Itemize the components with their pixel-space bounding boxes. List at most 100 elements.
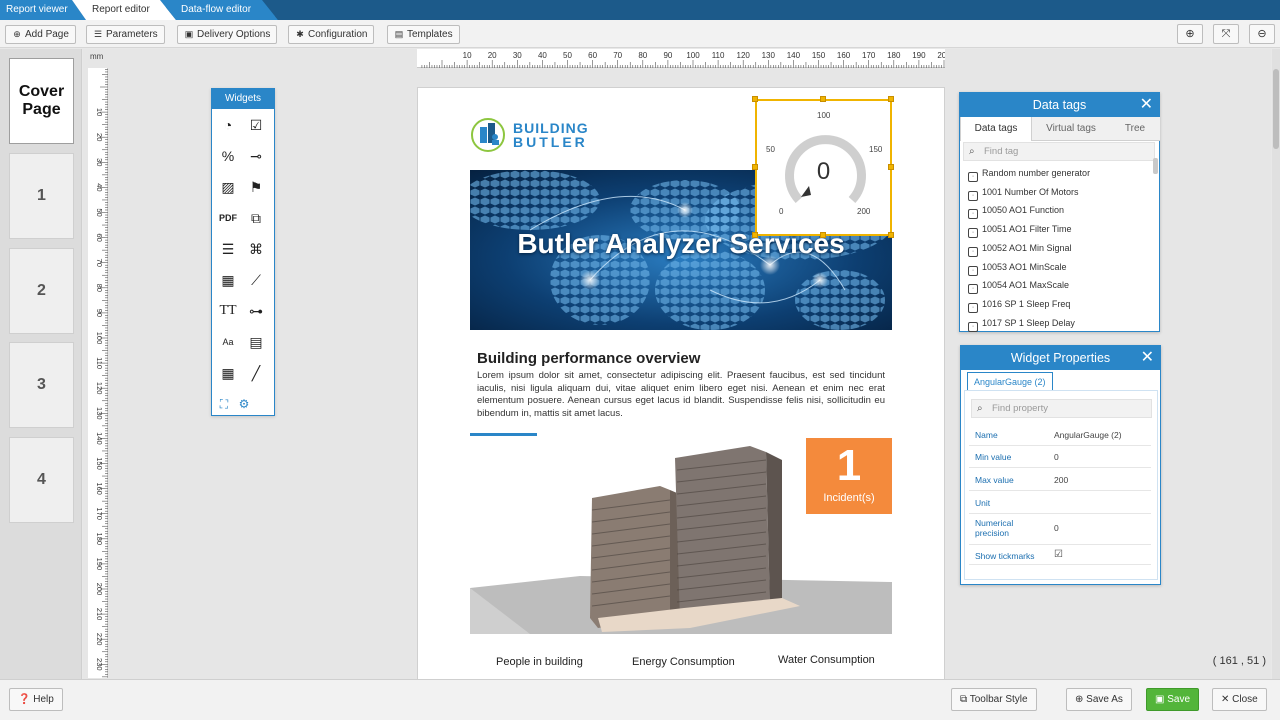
- resize-handle-s[interactable]: [820, 232, 826, 238]
- page-thumb-1[interactable]: 1: [9, 153, 74, 239]
- tag-list-item[interactable]: · 10054 AO1 MaxScale: [968, 276, 1069, 295]
- resize-handle-w[interactable]: [752, 164, 758, 170]
- zoom-in-button[interactable]: ⊕: [1177, 24, 1203, 44]
- ruler-tick-label: 100: [686, 51, 700, 60]
- list-widget-icon[interactable]: ☰: [216, 237, 240, 261]
- property-row[interactable]: Name AngularGauge (2): [969, 424, 1151, 446]
- configuration-label: Configuration: [308, 29, 368, 40]
- slider-widget-icon[interactable]: ⊸: [244, 144, 268, 168]
- templates-button[interactable]: ▤ Templates: [387, 25, 460, 44]
- property-row[interactable]: Numerical precision 0: [969, 514, 1151, 545]
- tab-angular-gauge[interactable]: AngularGauge (2): [967, 372, 1053, 390]
- save-as-button[interactable]: ⊕ Save As: [1066, 688, 1132, 711]
- line-chart-widget-icon[interactable]: ⟋: [244, 268, 268, 292]
- percent-badge-widget-icon[interactable]: ⧉: [244, 206, 268, 230]
- toggle-widget-icon[interactable]: ⊶: [244, 299, 268, 323]
- find-property-input[interactable]: ⌕ Find property: [971, 399, 1152, 418]
- widgets-palette-title[interactable]: Widgets: [212, 89, 274, 109]
- canvas-scrollbar-thumb[interactable]: [1273, 69, 1279, 149]
- resize-handle-nw[interactable]: [752, 96, 758, 102]
- grid-widget-icon[interactable]: ▦: [216, 361, 240, 385]
- report-body-text[interactable]: Lorem ipsum dolor sit amet, consectetur …: [477, 370, 885, 420]
- tab-data-flow-editor[interactable]: Data-flow editor: [175, 0, 275, 20]
- tree-widget-icon[interactable]: ⌘: [244, 237, 268, 261]
- add-page-button[interactable]: ⊕ Add Page: [5, 25, 76, 44]
- data-tags-header[interactable]: Data tags ✕: [960, 93, 1159, 117]
- incident-counter-widget[interactable]: 1 Incident(s): [806, 438, 892, 514]
- angular-gauge-widget[interactable]: 0 100 50 150 0 200: [755, 99, 892, 236]
- label-widget-icon[interactable]: Aa: [216, 330, 240, 354]
- resize-handle-n[interactable]: [820, 96, 826, 102]
- show-tickmarks-checkbox[interactable]: ☑: [1054, 549, 1063, 560]
- delivery-options-button[interactable]: ▣ Delivery Options: [177, 25, 278, 44]
- zoom-out-button[interactable]: ⊖: [1249, 24, 1275, 44]
- editable-table-widget-icon[interactable]: ▤: [244, 330, 268, 354]
- close-icon: ✕: [1221, 694, 1230, 705]
- tag-list-item[interactable]: · 10053 AO1 MinScale: [968, 258, 1067, 276]
- parameters-button[interactable]: ☰ Parameters: [86, 25, 165, 44]
- vertical-ruler: 10 20 30 40 50 60 70 80 90 100 110 120 130 140 150 160 1…: [88, 68, 108, 678]
- tab-report-viewer[interactable]: Report viewer: [0, 0, 72, 20]
- tab-virtual-tags[interactable]: Virtual tags: [1034, 117, 1108, 141]
- close-icon[interactable]: ✕: [1141, 346, 1154, 370]
- property-row[interactable]: Show tickmarks ☑: [969, 545, 1151, 565]
- close-icon[interactable]: ✕: [1140, 93, 1153, 117]
- tab-data-tags[interactable]: Data tags: [960, 117, 1032, 141]
- property-value[interactable]: 0: [1054, 523, 1059, 533]
- tab-tree[interactable]: Tree: [1110, 117, 1160, 141]
- gauge-widget-icon[interactable]: ◔: [216, 113, 240, 137]
- fit-page-button[interactable]: ⤧: [1213, 24, 1239, 44]
- toolbar-style-button[interactable]: ⧉ Toolbar Style: [951, 688, 1037, 711]
- tag-list-item[interactable]: · 10050 AO1 Function: [968, 201, 1064, 220]
- kpi-energy-label[interactable]: Energy Consumption: [632, 656, 735, 668]
- widget-properties-header[interactable]: Widget Properties ✕: [961, 346, 1160, 370]
- image-icon: ▣: [184, 29, 194, 39]
- tag-list-scrollbar[interactable]: [1153, 158, 1158, 174]
- image-widget-icon[interactable]: ▨: [216, 175, 240, 199]
- tag-list-item[interactable]: · Random number generator: [968, 164, 1090, 182]
- ruler-tick-label: 150: [95, 457, 104, 470]
- pdf-widget-icon[interactable]: PDF: [216, 206, 240, 230]
- tag-list-item[interactable]: · 1016 SP 1 Sleep Freq: [968, 295, 1070, 313]
- property-row[interactable]: Unit: [969, 492, 1151, 514]
- ruler-tick-label: 20: [488, 51, 497, 60]
- kpi-water-label[interactable]: Water Consumption: [778, 654, 875, 666]
- plus-circle-icon: ⊕: [1075, 694, 1084, 705]
- gauge-max-label: 200: [857, 207, 871, 216]
- resize-handle-sw[interactable]: [752, 232, 758, 238]
- text-widget-icon[interactable]: TT: [216, 299, 240, 323]
- tag-list-item[interactable]: · 10051 AO1 Filter Time: [968, 220, 1072, 239]
- page-thumb-3[interactable]: 3: [9, 342, 74, 428]
- building-butler-logo[interactable]: BUILDING BUTLER: [470, 115, 610, 155]
- configuration-button[interactable]: ✱ Configuration: [288, 25, 375, 44]
- property-row[interactable]: Max value 200: [969, 469, 1151, 491]
- tag-list-item[interactable]: · 10052 AO1 Min Signal: [968, 239, 1072, 257]
- page-thumb-2[interactable]: 2: [9, 248, 74, 334]
- table-widget-icon[interactable]: ▦: [216, 268, 240, 292]
- line-widget-icon[interactable]: ╱: [244, 361, 268, 385]
- page-thumb-cover[interactable]: Cover Page: [9, 58, 74, 144]
- property-row[interactable]: Min value 0: [969, 446, 1151, 468]
- close-button[interactable]: ✕ Close: [1212, 688, 1267, 711]
- tag-list-item[interactable]: · 1001 Number Of Motors: [968, 183, 1079, 201]
- kpi-people-label[interactable]: People in building: [496, 656, 583, 668]
- report-heading[interactable]: Building performance overview: [477, 350, 700, 367]
- resize-handle-se[interactable]: [888, 232, 894, 238]
- page-thumb-4[interactable]: 4: [9, 437, 74, 523]
- property-value[interactable]: 200: [1054, 475, 1068, 485]
- save-button[interactable]: ▣ Save: [1146, 688, 1200, 711]
- tab-report-editor[interactable]: Report editor: [86, 0, 166, 20]
- resize-handle-ne[interactable]: [888, 96, 894, 102]
- signpost-widget-icon[interactable]: ⚑: [244, 175, 268, 199]
- tag-list-item[interactable]: · 1017 SP 1 Sleep Delay: [968, 314, 1075, 332]
- help-button[interactable]: ❓ Help: [9, 688, 63, 711]
- property-value[interactable]: 0: [1054, 452, 1059, 462]
- property-value[interactable]: AngularGauge (2): [1054, 430, 1122, 440]
- resize-handle-e[interactable]: [888, 164, 894, 170]
- percentage-widget-icon[interactable]: %: [216, 144, 240, 168]
- checkbox-widget-icon[interactable]: ☑: [244, 113, 268, 137]
- settings-widget-icon[interactable]: ⚙: [232, 392, 256, 416]
- find-tag-input[interactable]: ⌕ Find tag: [963, 142, 1155, 161]
- tag-icon: ·: [968, 246, 978, 257]
- canvas-scrollbar[interactable]: [1272, 49, 1280, 679]
